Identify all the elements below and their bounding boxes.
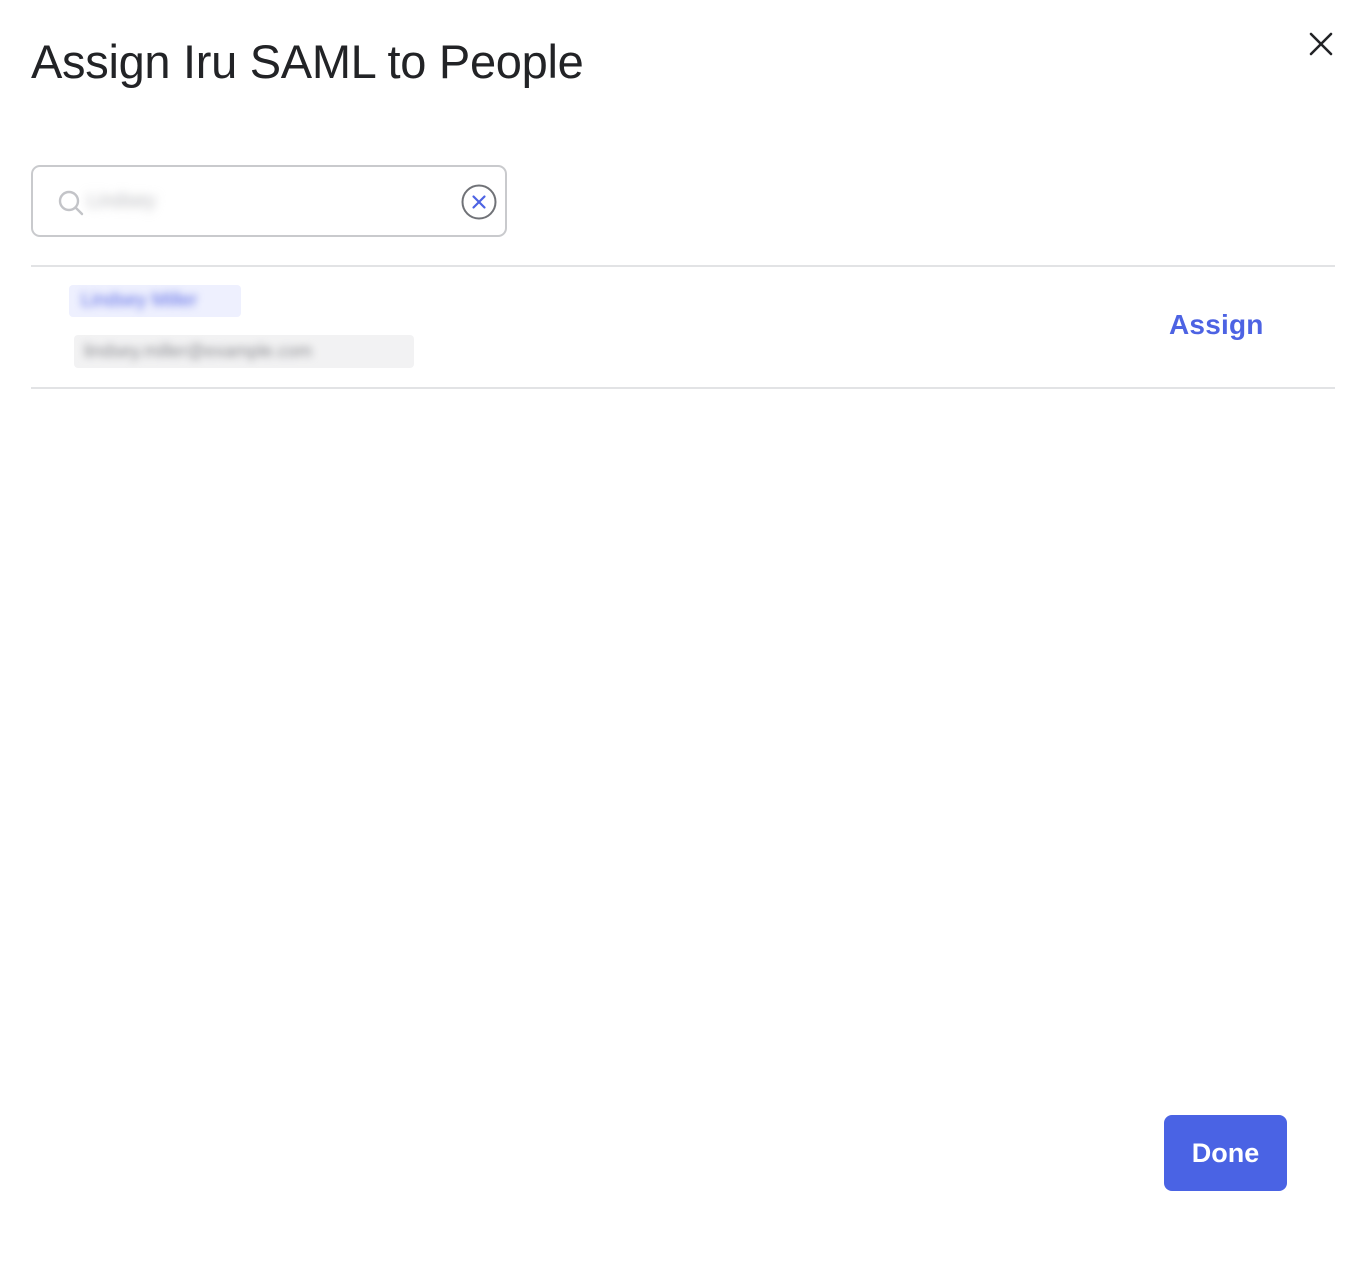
person-email-text: lindsey.miller@example.com [84,341,313,361]
close-button[interactable] [1302,25,1340,63]
list-item: Lindsey Miller lindsey.miller@example.co… [31,267,1335,387]
results-bottom-divider [31,387,1335,389]
search-input[interactable] [87,183,207,219]
assign-button[interactable]: Assign [1169,309,1264,341]
done-button[interactable]: Done [1164,1115,1287,1191]
close-icon [1309,32,1333,56]
person-email: lindsey.miller@example.com [74,335,414,368]
person-name[interactable]: Lindsey Miller [69,285,241,317]
modal-title: Assign Iru SAML to People [31,35,584,88]
search-field[interactable] [31,165,507,237]
person-name-text: Lindsey Miller [81,290,198,311]
clear-search-icon[interactable] [461,184,497,220]
search-icon [58,190,84,216]
